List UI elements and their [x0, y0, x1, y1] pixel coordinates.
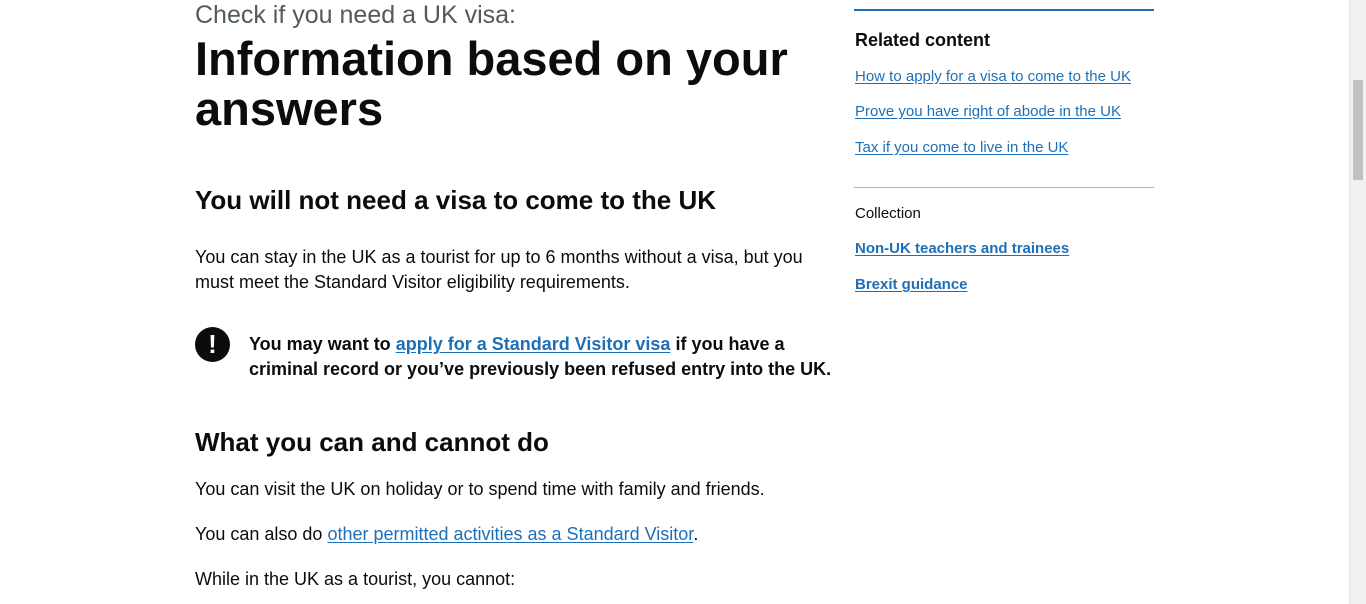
permitted-text-before: You can also do — [195, 524, 328, 544]
stay-paragraph: You can stay in the UK as a tourist for … — [195, 247, 803, 292]
warning-text-before: You may want to — [249, 334, 396, 354]
related-link-apply-visa[interactable]: How to apply for a visa to come to the U… — [855, 67, 1131, 87]
permitted-activities-link[interactable]: other permitted activities as a Standard… — [327, 524, 693, 544]
collection-link-brexit[interactable]: Brexit guidance — [855, 275, 968, 295]
sidebar-divider — [854, 187, 1154, 188]
apply-standard-visitor-visa-link[interactable]: apply for a Standard Visitor visa — [396, 334, 671, 354]
scrollbar-thumb[interactable] — [1353, 80, 1363, 180]
cannot-paragraph: While in the UK as a tourist, you cannot… — [195, 569, 516, 589]
related-link-right-of-abode[interactable]: Prove you have right of abode in the UK — [855, 102, 1121, 122]
page-caption: Check if you need a UK visa: — [195, 1, 516, 29]
collection-link-teachers[interactable]: Non-UK teachers and trainees — [855, 239, 1069, 259]
collection-label: Collection — [855, 205, 921, 222]
vertical-scrollbar[interactable] — [1349, 0, 1366, 604]
holiday-paragraph: You can visit the UK on holiday or to sp… — [195, 479, 765, 499]
exclamation-icon: ! — [195, 327, 230, 362]
visa-result-heading: You will not need a visa to come to the … — [195, 185, 717, 215]
warning-text: You may want to apply for a Standard Vis… — [249, 332, 839, 382]
permitted-text-after: . — [693, 524, 699, 544]
permitted-activities-paragraph: You can also do other permitted activiti… — [195, 522, 825, 547]
related-content-heading: Related content — [855, 30, 991, 50]
page: Check if you need a UK visa: Information… — [0, 0, 1366, 604]
sidebar-top-rule — [854, 9, 1154, 11]
can-and-cannot-heading: What you can and cannot do — [195, 427, 549, 457]
related-link-tax[interactable]: Tax if you come to live in the UK — [855, 138, 1068, 158]
page-title: Information based on your answers — [195, 32, 788, 135]
